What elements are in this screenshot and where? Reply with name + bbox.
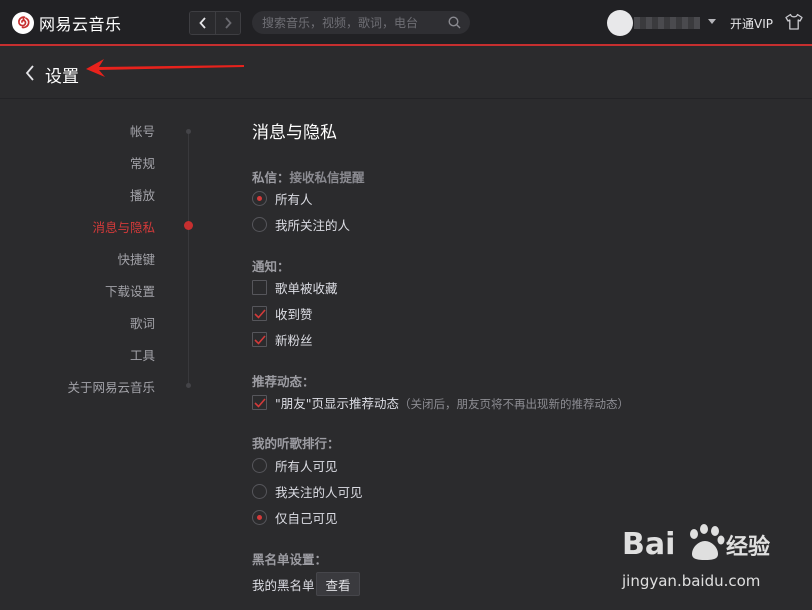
sidenav-item-messages-privacy[interactable]: 消息与隐私 <box>92 217 155 236</box>
radio[interactable] <box>252 484 267 499</box>
nav-dot <box>186 129 191 134</box>
checkbox-checked[interactable] <box>252 306 267 321</box>
nav-dot-active <box>184 221 193 230</box>
chevron-right-icon <box>225 17 232 29</box>
search-box <box>252 11 470 34</box>
recommend-option[interactable]: "朋友"页显示推荐动态（关闭后，朋友页将不再出现新的推荐动态） <box>252 393 629 412</box>
notify-option-new-fans[interactable]: 新粉丝 <box>252 330 313 349</box>
check-icon <box>253 308 266 319</box>
private-message-option-all[interactable]: 所有人 <box>252 189 313 208</box>
app-name: 网易云音乐 <box>39 15 122 34</box>
history-nav <box>189 11 241 35</box>
sidenav-item-tools[interactable]: 工具 <box>130 345 155 364</box>
svg-text:经验: 经验 <box>726 534 770 560</box>
sidenav-item-about[interactable]: 关于网易云音乐 <box>67 377 155 396</box>
back-arrow-icon[interactable] <box>24 64 36 82</box>
ranking-option-all[interactable]: 所有人可见 <box>252 456 338 475</box>
skin-shirt-icon[interactable] <box>785 13 803 30</box>
caret-down-icon[interactable] <box>708 19 716 24</box>
view-blacklist-button[interactable]: 查看 <box>316 572 360 596</box>
search-input[interactable] <box>262 15 442 30</box>
nav-timeline <box>188 131 189 387</box>
title-bar: 网易云音乐 开通VIP <box>0 0 812 46</box>
radio[interactable] <box>252 458 267 473</box>
svg-text:Bai: Bai <box>622 527 675 562</box>
recommend-label: 推荐动态： <box>252 374 315 389</box>
app-logo[interactable]: 网易云音乐 <box>12 11 122 35</box>
radio[interactable] <box>252 217 267 232</box>
blacklist-text: 我的黑名单 <box>252 578 315 593</box>
annotation-arrow-icon <box>86 59 244 77</box>
recommend-hint: （关闭后，朋友页将不再出现新的推荐动态） <box>399 397 629 411</box>
radio-selected[interactable] <box>252 191 267 206</box>
settings-sidenav: 帐号 常规 播放 消息与隐私 快捷键 下载设置 歌词 工具 关于网易云音乐 <box>0 99 200 610</box>
username-blurred[interactable] <box>634 17 700 29</box>
baidu-watermark-logo: Bai 经验 <box>622 524 770 562</box>
ranking-option-following[interactable]: 我关注的人可见 <box>252 482 363 501</box>
page-title: 设置 <box>45 67 79 87</box>
watermark-url: jingyan.baidu.com <box>622 572 761 590</box>
netease-music-logo-icon <box>12 12 34 34</box>
vip-link[interactable]: 开通VIP <box>730 15 773 32</box>
checkbox[interactable] <box>252 280 267 295</box>
checkbox-checked[interactable] <box>252 395 267 410</box>
chevron-left-icon <box>198 17 206 29</box>
notify-option-playlist-collected[interactable]: 歌单被收藏 <box>252 278 338 297</box>
private-message-option-following[interactable]: 我所关注的人 <box>252 215 350 234</box>
sidenav-item-shortcuts[interactable]: 快捷键 <box>117 249 155 268</box>
notify-label: 通知： <box>252 259 290 274</box>
back-nav-button[interactable] <box>190 12 215 34</box>
blacklist-label: 黑名单设置： <box>252 552 328 567</box>
check-icon <box>253 397 266 408</box>
search-icon[interactable] <box>448 16 461 29</box>
sidenav-item-lyrics[interactable]: 歌词 <box>130 313 155 332</box>
section-title: 消息与隐私 <box>252 123 337 143</box>
avatar[interactable] <box>607 10 633 36</box>
sidenav-item-download[interactable]: 下载设置 <box>105 281 155 300</box>
sidenav-item-play[interactable]: 播放 <box>130 185 155 204</box>
sidenav-item-account[interactable]: 帐号 <box>130 121 155 140</box>
radio-selected[interactable] <box>252 510 267 525</box>
notify-option-likes[interactable]: 收到赞 <box>252 304 313 323</box>
ranking-option-self[interactable]: 仅自己可见 <box>252 508 338 527</box>
checkbox-checked[interactable] <box>252 332 267 347</box>
forward-nav-button[interactable] <box>215 12 240 34</box>
sidenav-item-general[interactable]: 常规 <box>130 153 155 172</box>
ranking-label: 我的听歌排行： <box>252 436 340 451</box>
check-icon <box>253 334 266 345</box>
private-message-label: 私信：接收私信提醒 <box>252 170 365 185</box>
nav-dot <box>186 383 191 388</box>
